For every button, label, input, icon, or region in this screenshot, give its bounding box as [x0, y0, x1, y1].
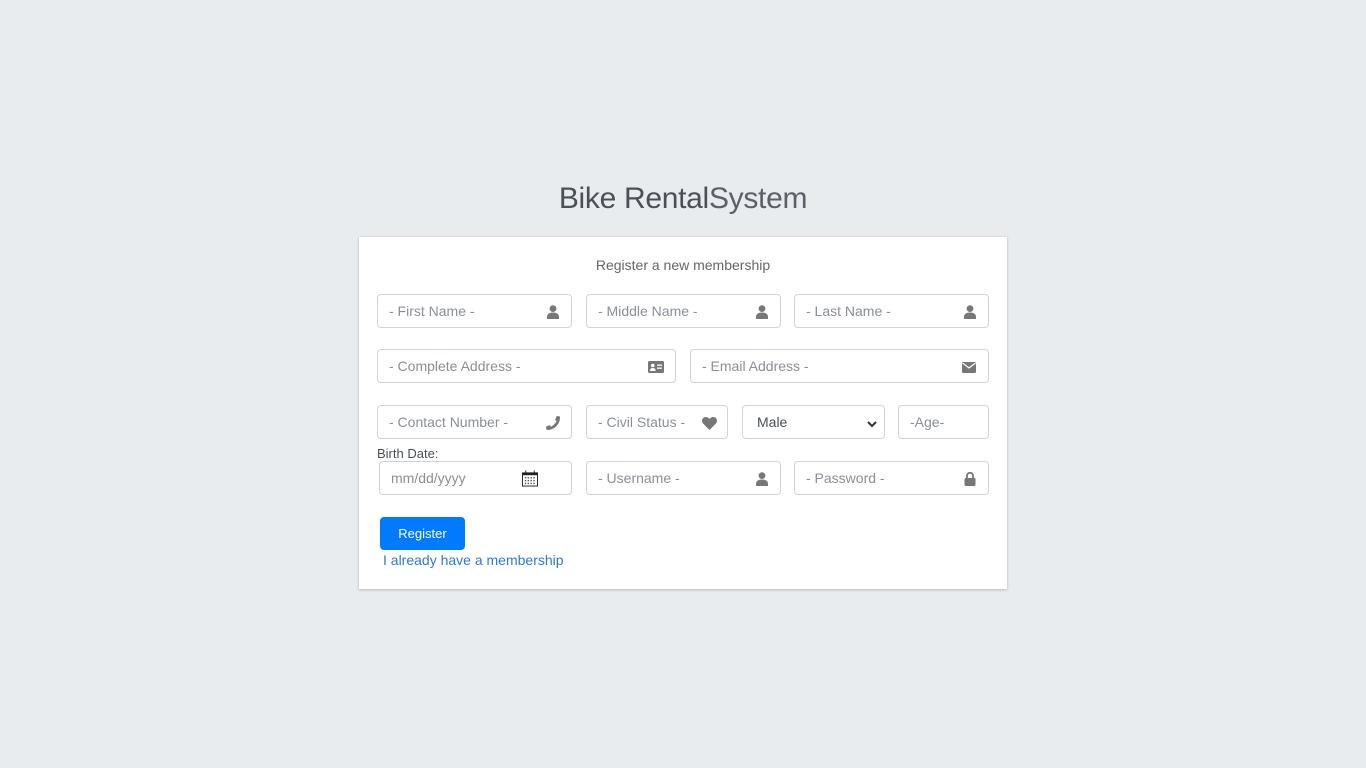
envelope-icon [961, 359, 977, 375]
address-input[interactable] [378, 350, 675, 382]
user-icon [962, 304, 978, 320]
user-icon [545, 304, 561, 320]
age-field [898, 405, 989, 439]
first-name-input[interactable] [378, 295, 571, 327]
register-message: Register a new membership [595, 257, 771, 273]
age-input[interactable] [899, 406, 988, 438]
birth-date-input[interactable] [380, 462, 571, 494]
username-field [586, 461, 781, 495]
contact-field [377, 405, 572, 439]
birth-date-field [379, 461, 572, 495]
middle-name-input[interactable] [587, 295, 780, 327]
phone-icon [545, 415, 561, 431]
gender-select[interactable]: Male [743, 406, 884, 438]
app-logo: Bike RentalSystem [0, 182, 1366, 216]
last-name-field [794, 294, 989, 328]
login-link[interactable]: I already have a membership [383, 552, 564, 568]
email-field [690, 349, 989, 383]
register-card: Register a new membership - First Name -… [359, 237, 1007, 589]
email-input[interactable] [691, 350, 988, 382]
username-input[interactable] [587, 462, 780, 494]
logo-light: System [708, 182, 808, 215]
contact-input[interactable] [378, 406, 571, 438]
address-field [377, 349, 676, 383]
birth-date-label: Birth Date: [377, 446, 439, 461]
lock-icon [962, 471, 978, 487]
gender-field: Male [742, 405, 885, 439]
middle-name-field [586, 294, 781, 328]
password-input[interactable] [795, 462, 988, 494]
address-card-icon [648, 359, 664, 375]
password-field [794, 461, 989, 495]
calendar-icon[interactable] [522, 470, 538, 486]
first-name-field [377, 294, 572, 328]
logo-bold: Bike Rental [558, 182, 709, 215]
civil-status-field [586, 405, 728, 439]
heart-icon [701, 415, 717, 431]
last-name-input[interactable] [795, 295, 988, 327]
register-button[interactable]: Register [380, 517, 465, 550]
user-icon [754, 304, 770, 320]
user-icon [754, 471, 770, 487]
